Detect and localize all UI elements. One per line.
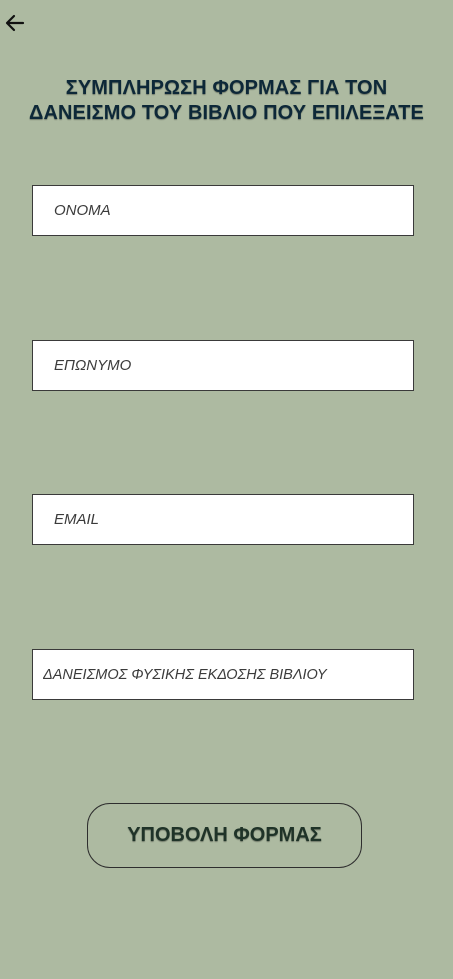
first-name-input[interactable] bbox=[33, 186, 413, 235]
submit-form-button[interactable]: ΥΠΟΒΟΛΗ ΦΟΡΜΑΣ bbox=[87, 803, 362, 868]
arrow-left-icon bbox=[3, 11, 27, 40]
loan-type-field[interactable] bbox=[32, 649, 414, 700]
loan-type-input[interactable] bbox=[33, 650, 413, 699]
page-title-line-2: ΔΑΝΕΙΣΜΟ ΤΟΥ ΒΙΒΛΙΟ ΠΟΥ ΕΠΙΛΕΞΑΤΕ bbox=[28, 102, 424, 124]
email-field[interactable] bbox=[32, 494, 414, 545]
last-name-field[interactable] bbox=[32, 340, 414, 391]
page-title: ΣΥΜΠΛΗΡΩΣΗ ΦΟΡΜΑΣ ΓΙΑ ΤΟΝ ΔΑΝΕΙΣΜΟ ΤΟΥ Β… bbox=[0, 76, 453, 126]
page-title-line-1: ΣΥΜΠΛΗΡΩΣΗ ΦΟΡΜΑΣ ΓΙΑ ΤΟΝ bbox=[65, 77, 388, 99]
first-name-field[interactable] bbox=[32, 185, 414, 236]
back-button[interactable] bbox=[0, 10, 30, 40]
last-name-input[interactable] bbox=[33, 341, 413, 390]
email-input[interactable] bbox=[33, 495, 413, 544]
